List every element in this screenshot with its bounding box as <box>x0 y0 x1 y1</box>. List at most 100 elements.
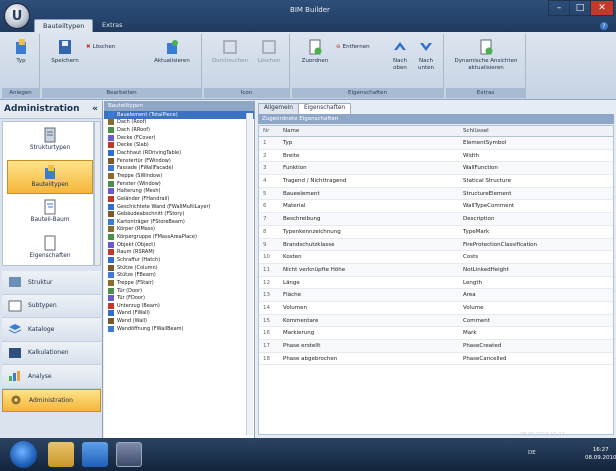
clock[interactable]: 16:27 08.09.2010 <box>585 446 616 462</box>
tab-eigenschaften[interactable]: Eigenschaften <box>298 103 352 114</box>
nav-item-eigenschaften[interactable]: Eigenschaften <box>7 232 93 266</box>
component-type-item[interactable]: Stütze (FBeam) <box>104 271 254 279</box>
component-type-item[interactable]: Dach (RRoof) <box>104 126 254 134</box>
nav-module-label: Kalkulationen <box>28 349 69 357</box>
component-type-item[interactable]: Tür (Door) <box>104 287 254 295</box>
component-type-item[interactable]: Stütze (Column) <box>104 264 254 272</box>
delete-button[interactable]: ✖ Löschen <box>86 44 115 50</box>
component-type-item[interactable]: Fenstertür (FWindow) <box>104 157 254 165</box>
component-type-item[interactable]: Objekt (Object) <box>104 241 254 249</box>
component-type-item[interactable]: Tür (FDoor) <box>104 294 254 302</box>
language-indicator[interactable]: DE <box>528 450 536 456</box>
component-type-item[interactable]: Gebäudeabschnitt (FStory) <box>104 210 254 218</box>
component-type-item[interactable]: Kartonträger (FStoreBeam) <box>104 218 254 226</box>
new-type-label: Typ <box>16 58 26 64</box>
ribbon: Typ Anlegen Speichern ✖ Löschen Aktualis… <box>0 32 616 100</box>
ribbon-group-label: Bearbeiten <box>42 88 201 98</box>
property-key: Mark <box>463 330 477 337</box>
save-button[interactable]: Speichern <box>50 38 80 78</box>
table-row[interactable]: 4 Tragend / Nichttragend Statical Structur… <box>259 175 613 188</box>
component-type-item[interactable]: Körpergruppe (FMassAreaPlace) <box>104 233 254 241</box>
table-row[interactable]: 9 Brandschutzklasse FireProtectionClassifi… <box>259 238 613 252</box>
nav-item-bauteil-baum[interactable]: Bauteil-Baum <box>7 196 93 230</box>
component-type-item[interactable]: Dachhaut (RDrivingTable) <box>104 149 254 157</box>
help-icon[interactable]: ? <box>600 22 608 30</box>
table-row[interactable]: 7 Beschreibung Description <box>259 213 613 226</box>
collapse-pane-icon[interactable]: « <box>92 104 98 115</box>
refresh-button[interactable]: Aktualisieren <box>152 38 192 78</box>
new-type-button[interactable]: Typ <box>6 38 36 78</box>
table-row[interactable]: 6 Material WallTypeComment <box>259 200 613 214</box>
tab-extras[interactable]: Extras <box>94 19 131 32</box>
component-type-item[interactable]: Unterzug (Beam) <box>104 302 254 310</box>
tab-bauteiltypen[interactable]: Bauteiltypen <box>34 19 94 32</box>
table-row[interactable]: 5 Baueelement StructureElement <box>259 187 613 201</box>
table-row[interactable]: 8 Typenkennzeichnung TypeMark <box>259 226 613 239</box>
browser-taskbar-icon[interactable] <box>82 442 108 467</box>
delete-icon-label: Löschen <box>257 58 281 64</box>
table-row[interactable]: 13 Fläche Area <box>259 289 613 302</box>
nav-module-subtypen[interactable]: Subtypen <box>2 294 101 318</box>
table-row[interactable]: 15 Kommentare Comment <box>259 314 613 328</box>
nav-item-strukturtypen[interactable]: Strukturtypen <box>7 124 93 158</box>
component-type-item[interactable]: Decke (Slab) <box>104 142 254 150</box>
refresh-dynamic-views-button[interactable]: Dynamische Ansichten aktualisieren <box>450 38 522 78</box>
component-type-item[interactable]: Körper (RMass) <box>104 226 254 234</box>
maximize-button[interactable]: □ <box>569 0 591 16</box>
navigation-pane: Administration « Strukturtypen Bauteilty… <box>0 101 103 438</box>
table-row[interactable]: 10 Kosten Costs <box>259 251 613 264</box>
column-header-number[interactable]: Nr <box>259 126 277 136</box>
application-menu-button[interactable]: U <box>4 3 30 29</box>
property-name: Volumen <box>283 304 307 311</box>
component-type-item[interactable]: Fenster (Window) <box>104 180 254 188</box>
property-key: TypeMark <box>463 228 490 235</box>
row-number: 11 <box>263 266 270 273</box>
column-header-name[interactable]: Name <box>277 126 457 136</box>
table-row[interactable]: 12 Länge Length <box>259 277 613 290</box>
component-type-item[interactable]: Wandöffnung (FWallBeam) <box>104 325 254 333</box>
minimize-button[interactable]: – <box>548 0 570 16</box>
nav-module-analyse[interactable]: Analyse <box>2 365 101 389</box>
table-row[interactable]: 11 Nicht verknüpfte Höhe NotLinkedHeight <box>259 263 613 277</box>
move-up-button[interactable]: Nach oben <box>388 38 412 78</box>
component-type-item[interactable]: Bauelement (TotalPiece) <box>104 111 254 119</box>
navigation-scrollbar[interactable] <box>94 121 101 266</box>
nav-item-bauteiltypen[interactable]: Bauteiltypen <box>7 160 93 194</box>
tab-allgemein[interactable]: Allgemein <box>258 103 299 114</box>
component-type-item[interactable]: Schraffur (Hatch) <box>104 256 254 264</box>
start-button[interactable] <box>10 441 37 468</box>
column-header-key[interactable]: Schlüssel <box>457 126 613 136</box>
component-type-item[interactable]: Raum (RSRAM) <box>104 249 254 257</box>
component-type-item[interactable]: Treppe (FStair) <box>104 279 254 287</box>
component-type-item[interactable]: Treppe (SWindow) <box>104 172 254 180</box>
nav-module-kataloge[interactable]: Kataloge <box>2 318 101 342</box>
table-row[interactable]: 3 Funktion WallFunction <box>259 162 613 176</box>
close-button[interactable]: ✕ <box>590 0 614 16</box>
table-row[interactable]: 16 Markierung Mark <box>259 327 613 340</box>
table-row[interactable]: 14 Volumen Volume <box>259 302 613 315</box>
component-type-item[interactable]: Wand (FWall) <box>104 310 254 318</box>
assign-button[interactable]: Zuordnen <box>300 38 330 78</box>
component-type-item[interactable]: Fassade (FWallFacade) <box>104 164 254 172</box>
move-down-button[interactable]: Nach unten <box>414 38 438 78</box>
remove-button[interactable]: ⊖ Entfernen <box>336 44 370 50</box>
delete-icon-button[interactable]: Löschen <box>254 38 284 78</box>
component-type-scrollbar[interactable] <box>246 113 253 435</box>
component-type-item[interactable]: Geländer (FHandrail) <box>104 195 254 203</box>
nav-module-administration[interactable]: Administration <box>2 388 101 412</box>
table-row[interactable]: 17 Phase erstellt PhaseCreated <box>259 340 613 353</box>
table-row[interactable]: 1 Typ ElementSymbol <box>259 137 613 150</box>
component-type-item[interactable]: Dach (Roof) <box>104 119 254 127</box>
component-type-item[interactable]: Geschichtete Wand (FWallMultiLayer) <box>104 203 254 211</box>
delete-label: Löschen <box>92 44 116 50</box>
browse-icon-button[interactable]: Durchsuchen <box>210 38 250 78</box>
component-type-item[interactable]: Wand (Wall) <box>104 317 254 325</box>
table-row[interactable]: 18 Phase abgebrochen PhaseCancelled <box>259 353 613 366</box>
component-type-item[interactable]: Halterung (Mesh) <box>104 187 254 195</box>
component-type-item[interactable]: Decke (FCover) <box>104 134 254 142</box>
explorer-taskbar-icon[interactable] <box>48 442 74 467</box>
app-taskbar-icon[interactable] <box>116 442 142 467</box>
nav-module-kalkulationen[interactable]: Kalkulationen <box>2 341 101 365</box>
nav-module-struktur[interactable]: Struktur <box>2 271 101 295</box>
table-row[interactable]: 2 Breite Width <box>259 150 613 163</box>
